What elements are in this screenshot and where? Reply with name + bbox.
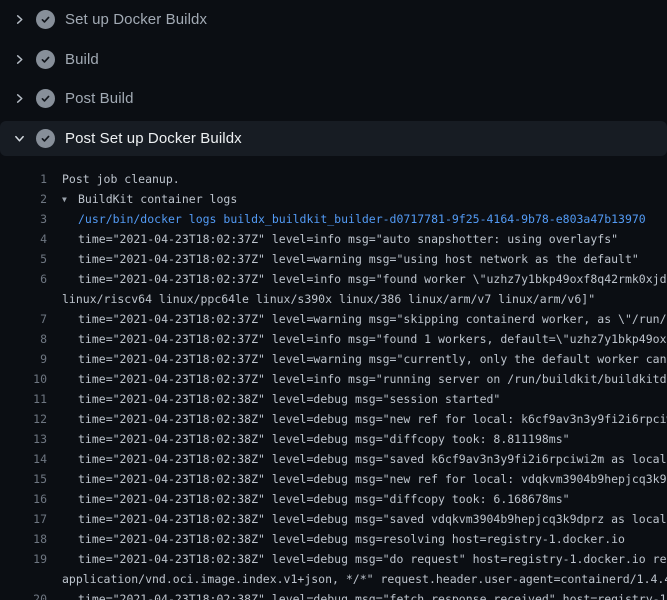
log-line: 16 time="2021-04-23T18:02:38Z" level=debu… — [0, 489, 667, 509]
log-text: time="2021-04-23T18:02:38Z" level=debug … — [78, 589, 667, 600]
log-text: time="2021-04-23T18:02:38Z" level=debug … — [78, 409, 667, 429]
success-check-icon — [36, 50, 55, 69]
step-row-post-set-up-docker-buildx[interactable]: Post Set up Docker Buildx — [0, 121, 667, 156]
log-text: Post job cleanup. — [62, 169, 180, 189]
line-number[interactable]: 9 — [0, 349, 47, 369]
log-line: 8 time="2021-04-23T18:02:37Z" level=info … — [0, 329, 667, 349]
collapse-group-icon[interactable]: ▼ — [62, 190, 78, 210]
line-number[interactable]: 3 — [0, 209, 47, 229]
log-line: 15 time="2021-04-23T18:02:38Z" level=debu… — [0, 469, 667, 489]
chevron-right-icon[interactable] — [12, 92, 26, 106]
log-line: 10 time="2021-04-23T18:02:37Z" level=info… — [0, 369, 667, 389]
log-text: time="2021-04-23T18:02:38Z" level=debug … — [78, 389, 500, 409]
log-line: 6 time="2021-04-23T18:02:37Z" level=info … — [0, 269, 667, 289]
chevron-right-icon[interactable] — [12, 13, 26, 27]
log-line: 14 time="2021-04-23T18:02:38Z" level=debu… — [0, 449, 667, 469]
line-number[interactable]: 15 — [0, 469, 47, 489]
log-text: time="2021-04-23T18:02:37Z" level=warnin… — [78, 249, 639, 269]
log-line: 4 time="2021-04-23T18:02:37Z" level=info … — [0, 229, 667, 249]
line-number — [0, 569, 47, 589]
log-text: time="2021-04-23T18:02:37Z" level=warnin… — [78, 309, 667, 329]
log-text: time="2021-04-23T18:02:38Z" level=debug … — [78, 529, 625, 549]
log-line: 1 Post job cleanup. — [0, 169, 667, 189]
line-number[interactable]: 20 — [0, 589, 47, 600]
success-check-icon — [36, 89, 55, 108]
log-line: 9 time="2021-04-23T18:02:37Z" level=warni… — [0, 349, 667, 369]
log-line: 11 time="2021-04-23T18:02:38Z" level=debu… — [0, 389, 667, 409]
log-line: application/vnd.oci.image.index.v1+json,… — [0, 569, 667, 589]
step-label: Post Set up Docker Buildx — [65, 130, 242, 147]
log-line: 3/usr/bin/docker logs buildx_buildkit_bu… — [0, 209, 667, 229]
line-number[interactable]: 5 — [0, 249, 47, 269]
step-row-set-up-docker-buildx[interactable]: Set up Docker Buildx — [0, 0, 667, 40]
log-text: time="2021-04-23T18:02:38Z" level=debug … — [78, 429, 570, 449]
line-number[interactable]: 14 — [0, 449, 47, 469]
log-text: time="2021-04-23T18:02:38Z" level=debug … — [78, 469, 667, 489]
actions-log-viewer: Set up Docker Buildx Build Post Build Post … — [0, 0, 667, 600]
success-check-icon — [36, 10, 55, 29]
line-number[interactable]: 17 — [0, 509, 47, 529]
log-line: 17 time="2021-04-23T18:02:38Z" level=debu… — [0, 509, 667, 529]
line-number[interactable]: 2 — [0, 189, 47, 209]
line-number[interactable]: 6 — [0, 269, 47, 289]
log-text: time="2021-04-23T18:02:37Z" level=info m… — [78, 329, 667, 349]
log-line: 2 ▼BuildKit container logs — [0, 189, 667, 209]
step-list: Set up Docker Buildx Build Post Build Post … — [0, 0, 667, 156]
line-number[interactable]: 13 — [0, 429, 47, 449]
chevron-down-icon[interactable] — [12, 131, 26, 145]
command-text: /usr/bin/docker logs buildx_buildkit_bui… — [78, 209, 646, 229]
line-number[interactable]: 12 — [0, 409, 47, 429]
log-text: time="2021-04-23T18:02:38Z" level=debug … — [78, 449, 667, 469]
line-number — [0, 289, 47, 309]
log-text: time="2021-04-23T18:02:37Z" level=info m… — [78, 229, 618, 249]
line-number[interactable]: 4 — [0, 229, 47, 249]
log-text: time="2021-04-23T18:02:37Z" level=warnin… — [78, 349, 667, 369]
log-line: 7 time="2021-04-23T18:02:37Z" level=warni… — [0, 309, 667, 329]
log-text: time="2021-04-23T18:02:38Z" level=debug … — [78, 489, 570, 509]
success-check-icon — [36, 129, 55, 148]
line-number[interactable]: 19 — [0, 549, 47, 569]
line-number[interactable]: 11 — [0, 389, 47, 409]
line-number[interactable]: 18 — [0, 529, 47, 549]
log-line: linux/riscv64 linux/ppc64le linux/s390x … — [0, 289, 667, 309]
log-line: 12 time="2021-04-23T18:02:38Z" level=debu… — [0, 409, 667, 429]
line-number[interactable]: 8 — [0, 329, 47, 349]
log-output: 1 Post job cleanup. 2 ▼BuildKit container l… — [0, 158, 667, 600]
log-line: 18 time="2021-04-23T18:02:38Z" level=debu… — [0, 529, 667, 549]
line-number[interactable]: 7 — [0, 309, 47, 329]
log-line: 13 time="2021-04-23T18:02:38Z" level=debu… — [0, 429, 667, 449]
step-row-build[interactable]: Build — [0, 40, 667, 80]
line-number[interactable]: 1 — [0, 169, 47, 189]
log-line: 20 time="2021-04-23T18:02:38Z" level=debu… — [0, 589, 667, 600]
log-text: time="2021-04-23T18:02:37Z" level=info m… — [78, 269, 667, 289]
step-label: Post Build — [65, 90, 134, 107]
log-text: application/vnd.oci.image.index.v1+json,… — [62, 569, 667, 589]
log-text: ▼BuildKit container logs — [62, 189, 237, 209]
line-number[interactable]: 10 — [0, 369, 47, 389]
line-number[interactable]: 16 — [0, 489, 47, 509]
log-line: 19 time="2021-04-23T18:02:38Z" level=debu… — [0, 549, 667, 569]
group-title[interactable]: BuildKit container logs — [78, 192, 237, 206]
step-label: Set up Docker Buildx — [65, 11, 207, 28]
log-text: linux/riscv64 linux/ppc64le linux/s390x … — [62, 289, 595, 309]
step-label: Build — [65, 51, 99, 68]
chevron-right-icon[interactable] — [12, 52, 26, 66]
step-row-post-build[interactable]: Post Build — [0, 79, 667, 119]
log-line: 5 time="2021-04-23T18:02:37Z" level=warni… — [0, 249, 667, 269]
log-text: time="2021-04-23T18:02:38Z" level=debug … — [78, 509, 667, 529]
log-text: time="2021-04-23T18:02:38Z" level=debug … — [78, 549, 667, 569]
log-text: time="2021-04-23T18:02:37Z" level=info m… — [78, 369, 667, 389]
